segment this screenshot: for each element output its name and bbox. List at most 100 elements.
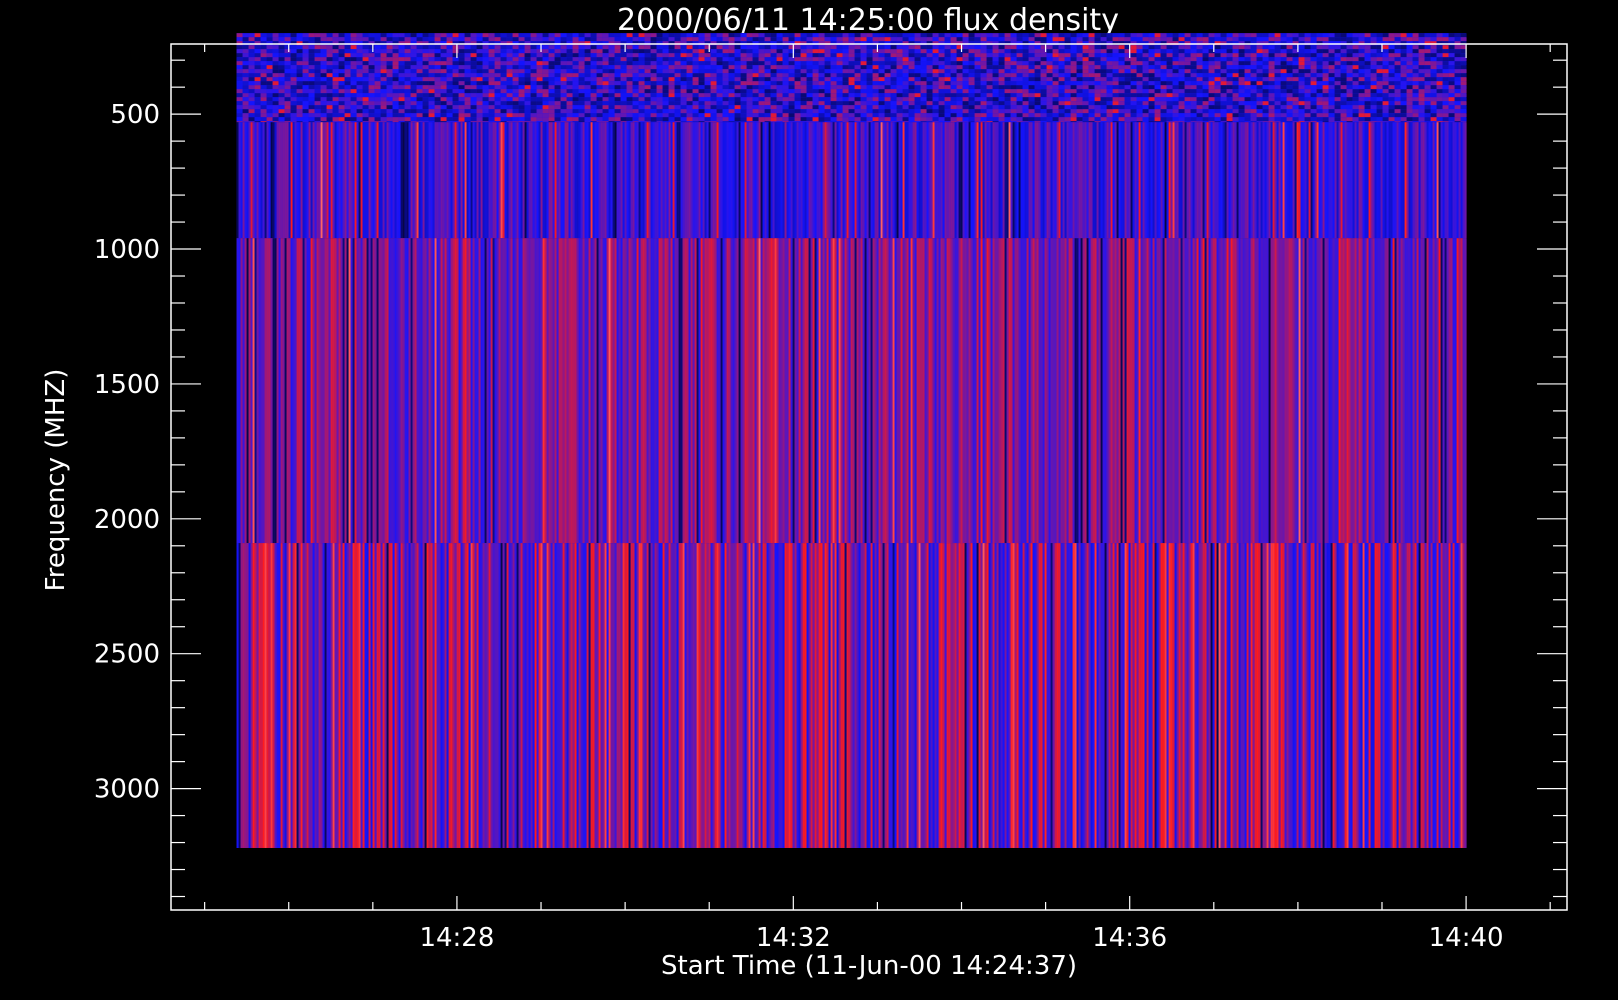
band-1-cell <box>1310 117 1317 122</box>
band-1-cell <box>788 73 795 78</box>
band-1-cell <box>1142 37 1149 42</box>
band-1-cell <box>1052 49 1059 54</box>
band-1-cell <box>956 57 963 62</box>
band-1-cell <box>1424 85 1431 90</box>
band-1-cell <box>872 81 879 86</box>
band-1-cell <box>698 53 705 58</box>
band-1-cell <box>1412 65 1419 70</box>
band-1-cell <box>392 45 399 50</box>
band-1-cell <box>1172 101 1179 106</box>
band-1-cell <box>914 81 921 86</box>
band-1-cell <box>800 73 807 78</box>
band-1-cell <box>758 33 765 38</box>
band-1-cell <box>1172 105 1179 110</box>
band-1-cell <box>452 77 459 82</box>
band-1-cell <box>1100 77 1107 82</box>
band-1-cell <box>1088 89 1095 94</box>
band-1-cell <box>590 37 597 42</box>
band-1-cell <box>602 85 609 90</box>
band-1-cell <box>872 77 879 82</box>
band-1-cell <box>608 97 615 102</box>
band-1-cell <box>446 33 453 38</box>
band-1-cell <box>1136 73 1143 78</box>
band-1-cell <box>1082 37 1089 42</box>
band-1-cell <box>350 97 357 102</box>
band-1-cell <box>950 37 957 42</box>
band-1-cell <box>998 117 1005 122</box>
band-1-cell <box>908 85 915 90</box>
band-1-cell <box>626 105 633 110</box>
band-1-cell <box>1232 69 1239 74</box>
band-1-cell <box>1406 37 1413 42</box>
band-1-cell <box>260 73 267 78</box>
band-1-cell <box>1388 33 1395 38</box>
band-1-cell <box>392 89 399 94</box>
band-1-cell <box>638 89 645 94</box>
band-1-cell <box>1238 37 1245 42</box>
band-1-cell <box>920 33 927 38</box>
band-1-cell <box>350 45 357 50</box>
band-1-cell <box>1136 69 1143 74</box>
band-1-cell <box>944 33 951 38</box>
band-1-cell <box>572 33 579 38</box>
band-1-cell <box>350 33 357 38</box>
band-1-cell <box>1370 69 1377 74</box>
band-1-cell <box>602 89 609 94</box>
band-1-cell <box>1010 57 1017 62</box>
band-1-cell <box>674 113 681 118</box>
band-1-cell <box>716 65 723 70</box>
band-1-cell <box>266 85 273 90</box>
band-1-cell <box>1244 45 1251 50</box>
band-1-cell <box>1454 105 1461 110</box>
band-1-cell <box>1148 121 1155 123</box>
band-1-cell <box>740 65 747 70</box>
band-1-cell <box>794 101 801 106</box>
band-1-cell <box>674 73 681 78</box>
band-1-cell <box>1418 77 1425 82</box>
band-1-cell <box>794 77 801 82</box>
band-1-cell <box>908 81 915 86</box>
band-1-cell <box>1232 73 1239 78</box>
band-1-cell <box>428 117 435 122</box>
band-1-cell <box>854 53 861 58</box>
band-1-cell <box>320 117 327 122</box>
band-1-cell <box>1208 101 1215 106</box>
band-1-cell <box>692 105 699 110</box>
band-1-cell <box>830 85 837 90</box>
band-1-cell <box>812 93 819 98</box>
band-1-cell <box>710 57 717 62</box>
band-1-cell <box>662 73 669 78</box>
band-1-cell <box>482 89 489 94</box>
band-1-cell <box>716 33 723 38</box>
band-1-cell <box>608 33 615 38</box>
band-1-cell <box>1394 73 1401 78</box>
band-1-cell <box>1058 97 1065 102</box>
band-1-cell <box>248 73 255 78</box>
band-1-cell <box>530 49 537 54</box>
band-1-cell <box>482 117 489 122</box>
band-1-cell <box>1244 101 1251 106</box>
band-1-cell <box>284 117 291 122</box>
band-1-cell <box>1190 113 1197 118</box>
band-1-cell <box>752 33 759 38</box>
band-1-cell <box>566 65 573 70</box>
band-1-cell <box>524 33 531 38</box>
band-1-cell <box>500 57 507 62</box>
band-1-cell <box>1280 73 1287 78</box>
band-1-cell <box>1046 57 1053 62</box>
band-1-cell <box>650 113 657 118</box>
band-1-cell <box>1184 93 1191 98</box>
band-1-cell <box>1316 85 1323 90</box>
band-1-cell <box>350 73 357 78</box>
band-1-cell <box>650 49 657 54</box>
band-1-cell <box>374 89 381 94</box>
band-1-cell <box>584 113 591 118</box>
band-1-cell <box>1112 121 1119 123</box>
band-1-cell <box>704 57 711 62</box>
band-2-column <box>448 122 451 239</box>
band-1-cell <box>986 93 993 98</box>
band-1-cell <box>824 49 831 54</box>
band-1-cell <box>1034 93 1041 98</box>
band-1-cell <box>1250 37 1257 42</box>
band-1-cell <box>1160 113 1167 118</box>
